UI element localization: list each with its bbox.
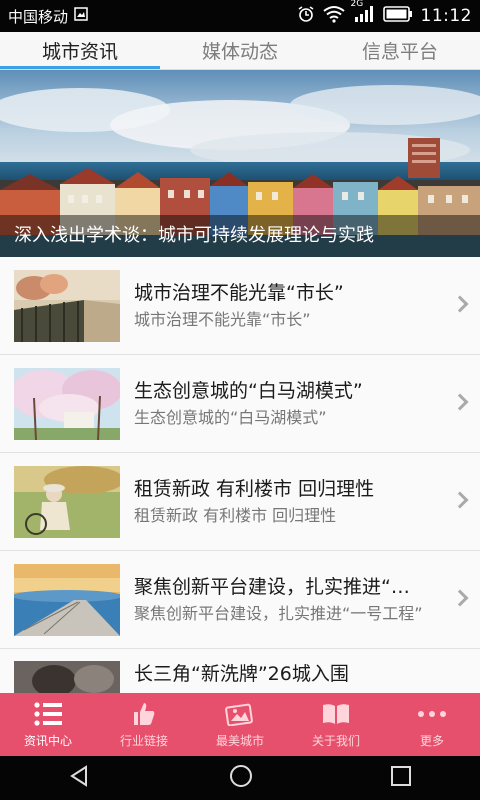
news-item[interactable]: 生态创意城的“白马湖模式” 生态创意城的“白马湖模式” — [0, 355, 480, 453]
news-item[interactable]: 城市治理不能光靠“市长” 城市治理不能光靠“市长” — [0, 257, 480, 355]
news-subtitle: 城市治理不能光靠“市长” — [134, 310, 311, 329]
news-title: 生态创意城的“白马湖模式” — [134, 380, 363, 402]
nav-label: 行业链接 — [119, 733, 168, 748]
nav-industry-links[interactable]: 行业链接 — [96, 693, 192, 756]
alarm-icon — [297, 5, 315, 27]
nav-label: 更多 — [419, 733, 444, 748]
news-list: 城市治理不能光靠“市长” 城市治理不能光靠“市长” 生态创意城的“白马湖模式” … — [0, 257, 480, 693]
clock: 11:12 — [420, 6, 472, 26]
nav-about-us[interactable]: 关于我们 — [288, 693, 384, 756]
news-subtitle: 生态创意城的“白马湖模式” — [134, 408, 327, 427]
news-item[interactable]: 聚焦创新平台建设，扎实推进“… 聚焦创新平台建设，扎实推进“一号工程” — [0, 551, 480, 649]
image-notification-icon — [74, 7, 88, 25]
app-screen: 中国移动 2G 11:12 城市资讯 媒体动态 信息平台 深入浅出学术谈：城市可… — [0, 0, 480, 800]
bottom-nav: 资讯中心 行业链接 最美城市 关于我们 更多 — [0, 693, 480, 756]
wifi-icon — [322, 5, 345, 27]
tab-label: 城市资讯 — [41, 41, 118, 63]
nav-news-center[interactable]: 资讯中心 — [0, 693, 96, 756]
more-dots-icon — [417, 701, 447, 727]
book-icon — [321, 701, 351, 727]
tab-label: 媒体动态 — [201, 41, 278, 63]
news-thumbnail — [14, 661, 120, 693]
news-subtitle: 聚焦创新平台建设，扎实推进“一号工程” — [134, 604, 423, 623]
network-type-label: 2G — [350, 0, 364, 9]
back-icon[interactable] — [68, 764, 92, 792]
nav-more[interactable]: 更多 — [384, 693, 480, 756]
news-thumbnail — [14, 465, 120, 538]
news-title: 租赁新政 有利楼市 回归理性 — [134, 478, 375, 500]
battery-icon — [382, 6, 413, 26]
nav-label: 最美城市 — [215, 733, 264, 748]
tab-info-platform[interactable]: 信息平台 — [320, 32, 480, 69]
news-title: 城市治理不能光靠“市长” — [134, 282, 344, 304]
carrier-label: 中国移动 — [8, 7, 69, 26]
news-thumbnail — [14, 563, 120, 636]
picture-icon — [225, 701, 255, 727]
system-nav-bar — [0, 756, 480, 800]
chevron-right-icon — [451, 589, 469, 606]
recent-apps-icon[interactable] — [390, 765, 412, 791]
tab-city-news[interactable]: 城市资讯 — [0, 32, 160, 69]
news-item[interactable]: 租赁新政 有利楼市 回归理性 租赁新政 有利楼市 回归理性 — [0, 453, 480, 551]
nav-beautiful-cities[interactable]: 最美城市 — [192, 693, 288, 756]
chevron-right-icon — [451, 393, 469, 410]
tab-bar: 城市资讯 媒体动态 信息平台 — [0, 32, 480, 70]
thumbs-up-icon — [132, 701, 156, 727]
news-thumbnail — [14, 367, 120, 440]
news-title: 长三角“新洗牌”26城入围 — [134, 663, 349, 685]
home-icon[interactable] — [228, 763, 254, 793]
signal-icon: 2G — [351, 0, 375, 27]
news-subtitle: 租赁新政 有利楼市 回归理性 — [134, 506, 337, 525]
chevron-right-icon — [451, 491, 469, 508]
featured-banner[interactable]: 深入浅出学术谈：城市可持续发展理论与实践 — [0, 70, 480, 257]
nav-label: 资讯中心 — [23, 733, 72, 748]
news-title: 聚焦创新平台建设，扎实推进“… — [134, 576, 410, 598]
news-thumbnail — [14, 269, 120, 342]
list-icon — [33, 701, 63, 727]
chevron-right-icon — [451, 295, 469, 312]
nav-label: 关于我们 — [311, 733, 360, 748]
news-item[interactable]: 长三角“新洗牌”26城入围 — [0, 649, 480, 693]
tab-media-news[interactable]: 媒体动态 — [160, 32, 320, 69]
tab-label: 信息平台 — [361, 41, 438, 63]
banner-caption: 深入浅出学术谈：城市可持续发展理论与实践 — [0, 215, 480, 257]
status-bar: 中国移动 2G 11:12 — [0, 0, 480, 32]
